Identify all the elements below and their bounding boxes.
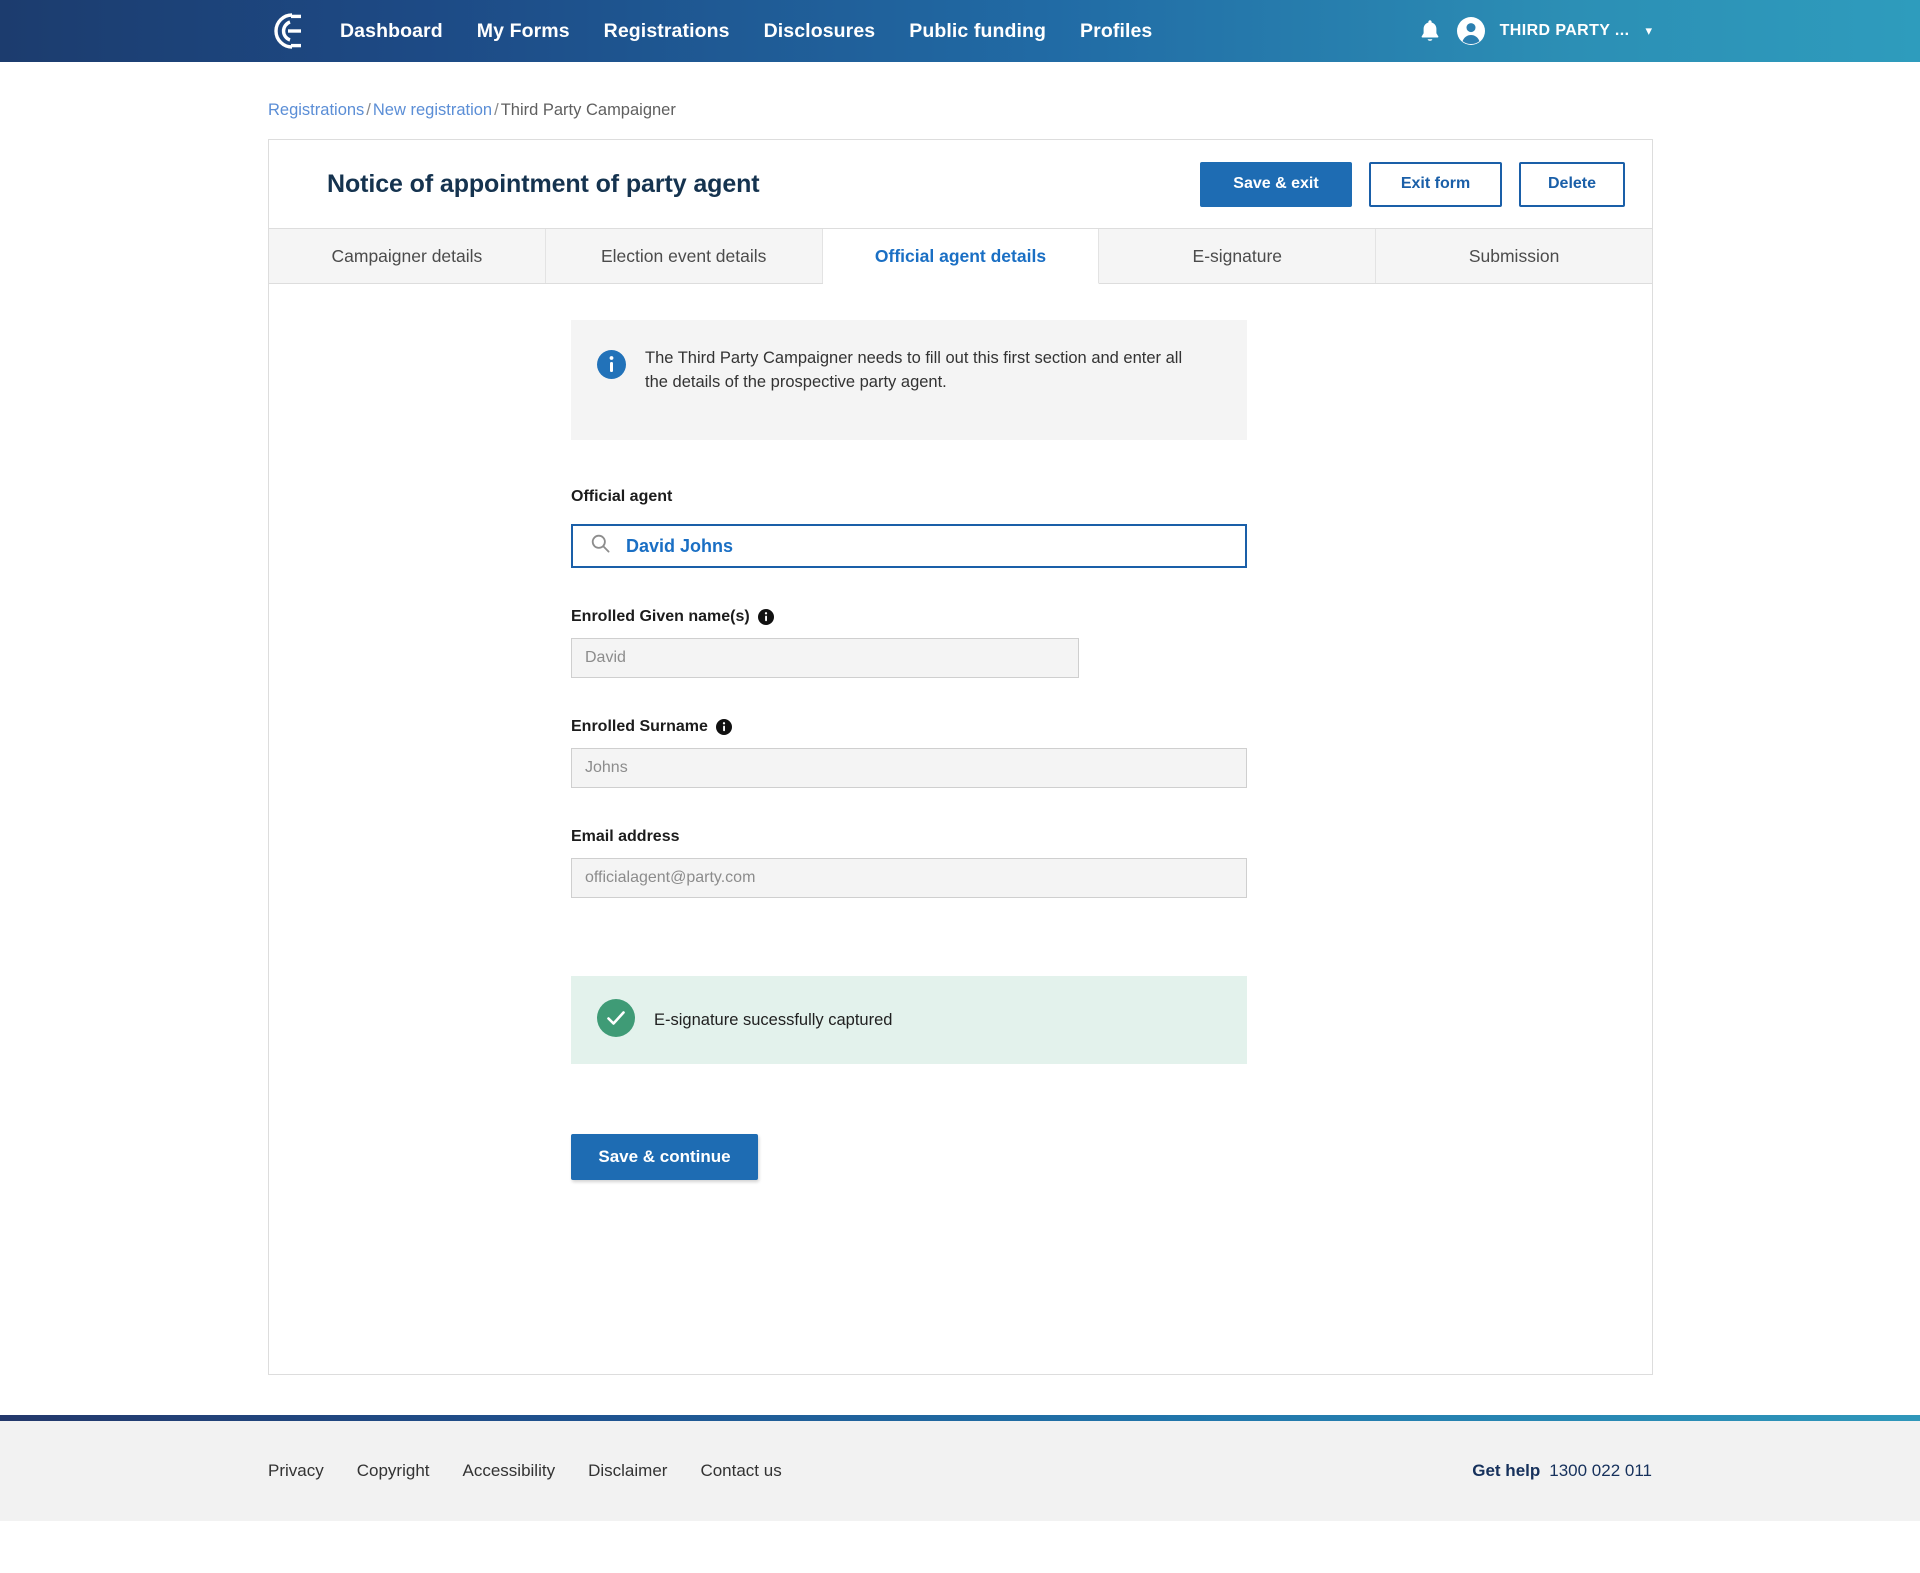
given-names-field-group: Enrolled Given name(s) David: [571, 608, 1652, 678]
footer-link-copyright[interactable]: Copyright: [357, 1461, 430, 1481]
given-names-input[interactable]: David: [571, 638, 1079, 678]
check-circle-icon: [597, 998, 635, 1042]
exit-form-button[interactable]: Exit form: [1369, 161, 1502, 207]
footer-link-contact-us[interactable]: Contact us: [700, 1461, 781, 1481]
top-navigation-bar: Dashboard My Forms Registrations Disclos…: [0, 0, 1920, 62]
info-circle-icon[interactable]: [715, 719, 732, 735]
nav-item-my-forms[interactable]: My Forms: [477, 20, 570, 43]
save-and-continue-button[interactable]: Save & continue: [571, 1134, 758, 1180]
info-banner-text: The Third Party Campaigner needs to fill…: [645, 349, 1183, 392]
tab-campaigner-details[interactable]: Campaigner details: [269, 229, 546, 283]
nav-item-registrations[interactable]: Registrations: [604, 20, 730, 43]
footer-links: Privacy Copyright Accessibility Disclaim…: [268, 1461, 782, 1481]
tab-election-event-details[interactable]: Election event details: [545, 229, 823, 283]
tab-official-agent-details[interactable]: Official agent details: [822, 229, 1100, 284]
info-circle-icon[interactable]: [757, 609, 774, 625]
header-actions: Save & exit Exit form Delete: [1200, 161, 1625, 207]
email-label: Email address: [571, 828, 680, 845]
surname-label: Enrolled Surname: [571, 718, 1652, 736]
help-phone-number[interactable]: 1300 022 011: [1549, 1461, 1652, 1481]
nswec-e-logo-icon[interactable]: [268, 11, 302, 51]
page-title: Notice of appointment of party agent: [327, 169, 760, 198]
info-banner: The Third Party Campaigner needs to fill…: [571, 320, 1247, 440]
footer-link-accessibility[interactable]: Accessibility: [463, 1461, 556, 1481]
footer-link-disclaimer[interactable]: Disclaimer: [588, 1461, 667, 1481]
nav-item-profiles[interactable]: Profiles: [1080, 20, 1152, 43]
esignature-status-banner: E-signature sucessfully captured: [571, 976, 1247, 1064]
breadcrumb-separator: /: [366, 101, 371, 119]
info-circle-icon: [597, 346, 626, 384]
user-avatar-icon[interactable]: [1456, 16, 1486, 46]
official-agent-search-value: David Johns: [626, 535, 734, 556]
delete-button[interactable]: Delete: [1519, 161, 1625, 207]
page-footer: Privacy Copyright Accessibility Disclaim…: [0, 1421, 1920, 1521]
nav-item-disclosures[interactable]: Disclosures: [764, 20, 876, 43]
form-card: Notice of appointment of party agent Sav…: [268, 139, 1653, 1375]
esignature-status-text: E-signature sucessfully captured: [654, 1010, 893, 1029]
save-and-exit-button[interactable]: Save & exit: [1200, 161, 1352, 207]
footer-help: Get help 1300 022 011: [1472, 1461, 1652, 1481]
tab-submission[interactable]: Submission: [1376, 229, 1652, 283]
breadcrumb-separator: /: [494, 101, 499, 119]
breadcrumb: Registrations / New registration / Third Par…: [268, 101, 1920, 120]
chevron-down-icon[interactable]: ▾: [1645, 23, 1652, 39]
nav-item-dashboard[interactable]: Dashboard: [340, 20, 443, 43]
footer-link-privacy[interactable]: Privacy: [268, 1461, 324, 1481]
official-agent-field-group: Official agent David Johns: [571, 488, 1652, 568]
user-name-label[interactable]: THIRD PARTY ...: [1500, 22, 1630, 40]
email-input[interactable]: officialagent@party.com: [571, 858, 1247, 898]
get-help-label: Get help: [1472, 1461, 1541, 1480]
primary-nav-links: Dashboard My Forms Registrations Disclos…: [340, 20, 1152, 43]
surname-input[interactable]: Johns: [571, 748, 1247, 788]
form-card-header: Notice of appointment of party agent Sav…: [269, 140, 1652, 229]
search-icon: [591, 534, 610, 558]
email-field-group: Email address officialagent@party.com: [571, 828, 1652, 898]
surname-field-group: Enrolled Surname Johns: [571, 718, 1652, 788]
bell-icon[interactable]: [1418, 18, 1442, 44]
breadcrumb-item-new-registration[interactable]: New registration: [373, 101, 492, 119]
form-card-body: The Third Party Campaigner needs to fill…: [269, 284, 1652, 1374]
given-names-label: Enrolled Given name(s): [571, 608, 1652, 626]
tab-e-signature[interactable]: E-signature: [1099, 229, 1377, 283]
nav-item-public-funding[interactable]: Public funding: [909, 20, 1046, 43]
official-agent-label: Official agent: [571, 488, 673, 505]
breadcrumb-item-current: Third Party Campaigner: [500, 101, 676, 119]
nav-user-area: THIRD PARTY ... ▾: [1418, 16, 1652, 46]
breadcrumb-item-registrations[interactable]: Registrations: [268, 101, 364, 119]
official-agent-search-input[interactable]: David Johns: [571, 524, 1247, 568]
form-step-tabs: Campaigner details Election event detail…: [269, 229, 1652, 284]
